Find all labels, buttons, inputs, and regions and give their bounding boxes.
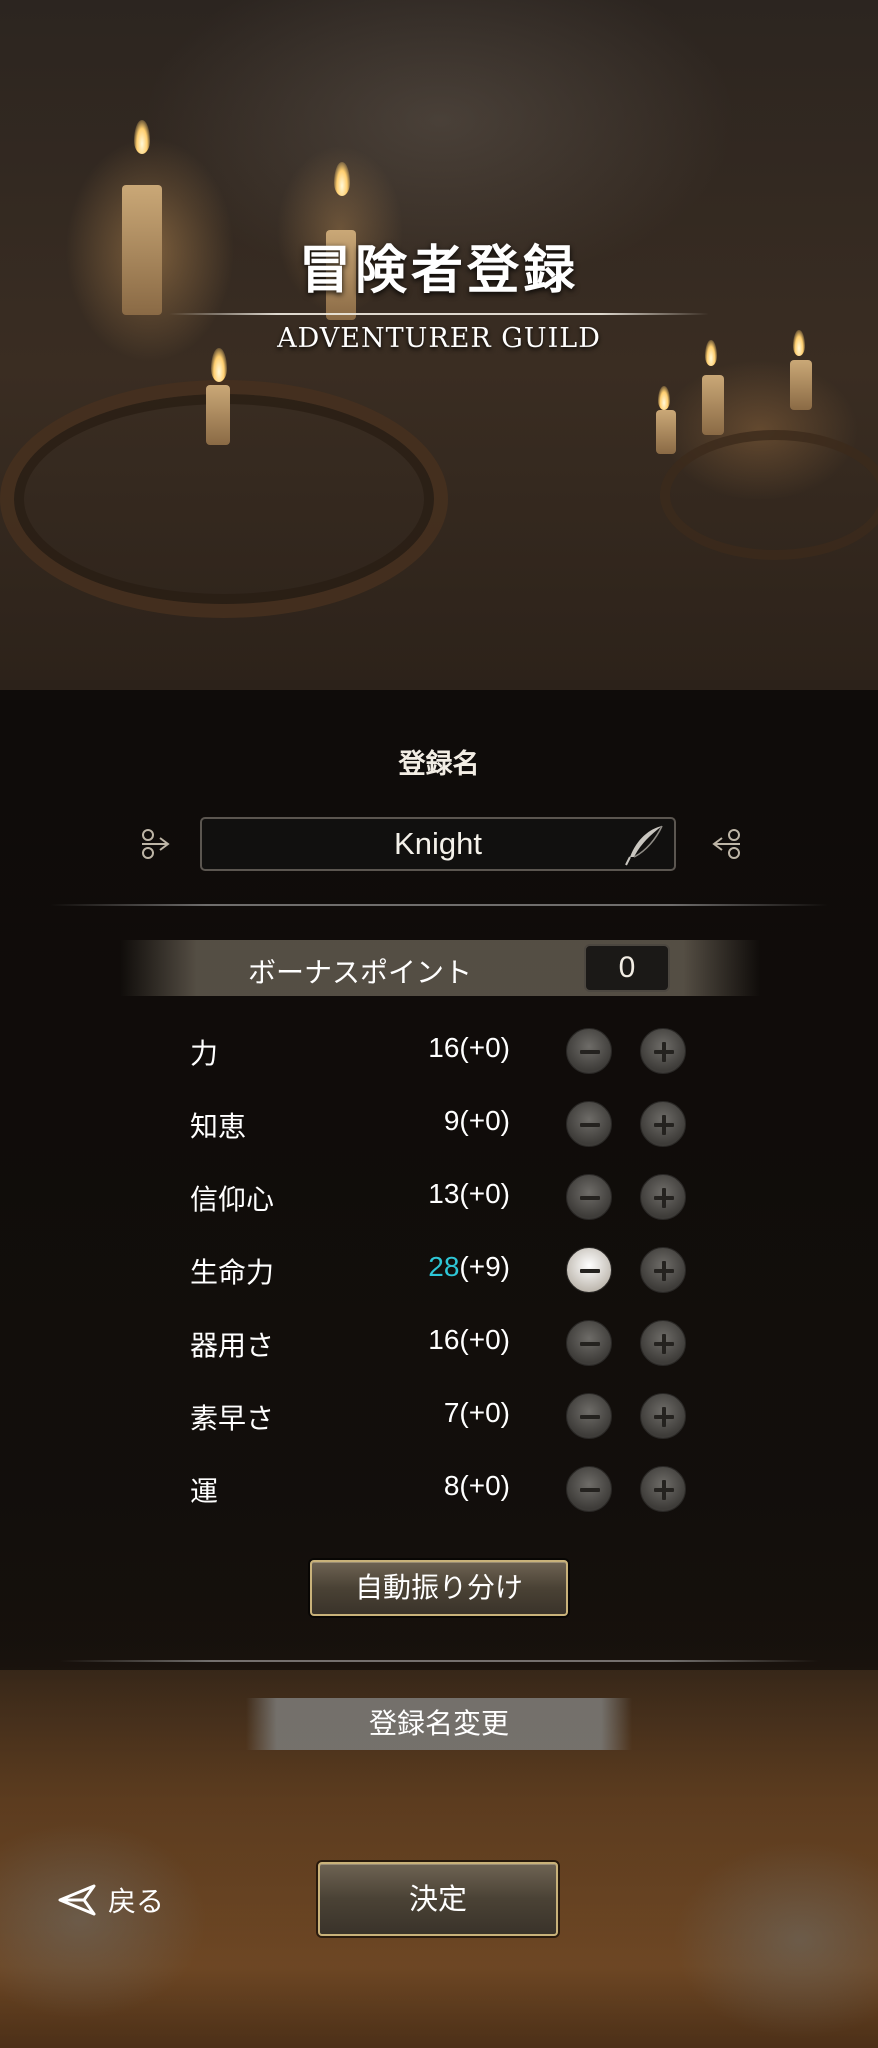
bonus-points-bar: ボーナスポイント 0: [120, 940, 760, 996]
auto-assign-button[interactable]: 自動振り分け: [310, 1560, 568, 1616]
back-label: 戻る: [108, 1885, 165, 1918]
stat-current: 7: [443, 1397, 460, 1428]
registration-name-field[interactable]: Knight: [200, 817, 676, 871]
candle: [702, 375, 724, 435]
decrease-button[interactable]: [566, 1247, 612, 1293]
stat-bonus: (+0): [459, 1178, 510, 1209]
increase-button[interactable]: [640, 1393, 686, 1439]
stat-value: 16(+0): [428, 1032, 510, 1064]
name-label: 登録名: [398, 749, 480, 780]
stat-value: 8(+0): [444, 1470, 510, 1502]
stat-current: 13: [428, 1178, 460, 1209]
divider: [60, 1660, 818, 1662]
increase-button[interactable]: [640, 1320, 686, 1366]
stat-row-wisdom: 知恵 9(+0): [0, 1093, 878, 1153]
registration-name-value: Knight: [394, 826, 482, 861]
title-divider: [169, 313, 709, 315]
stat-current: 16: [428, 1324, 460, 1355]
chandelier-right: [660, 430, 878, 560]
stat-value: 9(+0): [444, 1105, 510, 1137]
stat-name: 信仰心: [190, 1183, 275, 1216]
decrease-button[interactable]: [566, 1466, 612, 1512]
stat-row-faith: 信仰心 13(+0): [0, 1166, 878, 1226]
stat-current: 8: [443, 1470, 460, 1501]
stat-value: 16(+0): [428, 1324, 510, 1356]
decrease-button[interactable]: [566, 1028, 612, 1074]
decrease-button[interactable]: [566, 1393, 612, 1439]
stat-name: 知恵: [190, 1110, 247, 1143]
stat-row-vitality: 生命力 28(+9): [0, 1239, 878, 1299]
stat-row-dexterity: 器用さ 16(+0): [0, 1312, 878, 1372]
stat-row-agility: 素早さ 7(+0): [0, 1385, 878, 1445]
page-title: 冒険者登録: [298, 240, 579, 301]
header: 冒険者登録 ADVENTURER GUILD: [0, 228, 878, 354]
stat-current: 28: [428, 1251, 460, 1282]
stat-bonus: (+0): [459, 1470, 510, 1501]
stat-name: 運: [190, 1475, 219, 1508]
bonus-points-label: ボーナスポイント: [248, 956, 473, 989]
candle: [656, 410, 676, 454]
quill-pen-icon[interactable]: [622, 823, 666, 867]
increase-button[interactable]: [640, 1028, 686, 1074]
page-subtitle: ADVENTURER GUILD: [277, 323, 601, 354]
stat-current: 16: [428, 1032, 460, 1063]
stat-row-strength: 力 16(+0): [0, 1020, 878, 1080]
bonus-points-value: 0: [584, 944, 670, 992]
stat-bonus: (+0): [459, 1397, 510, 1428]
increase-button[interactable]: [640, 1101, 686, 1147]
stat-name: 器用さ: [190, 1329, 275, 1362]
decrease-button[interactable]: [566, 1101, 612, 1147]
stat-bonus: (+0): [459, 1105, 510, 1136]
right-ornament-icon: [712, 829, 740, 859]
stat-value: 7(+0): [444, 1397, 510, 1429]
stat-bonus: (+0): [459, 1032, 510, 1063]
stat-value: 13(+0): [428, 1178, 510, 1210]
stat-name: 生命力: [190, 1256, 275, 1289]
increase-button[interactable]: [640, 1466, 686, 1512]
decrease-button[interactable]: [566, 1174, 612, 1220]
stat-bonus: (+9): [459, 1251, 510, 1282]
increase-button[interactable]: [640, 1247, 686, 1293]
decrease-button[interactable]: [566, 1320, 612, 1366]
stat-row-luck: 運 8(+0): [0, 1458, 878, 1518]
stat-name: 素早さ: [190, 1402, 275, 1435]
confirm-button[interactable]: 決定: [318, 1862, 558, 1936]
candle: [206, 385, 230, 445]
back-arrow-icon: [58, 1884, 96, 1916]
increase-button[interactable]: [640, 1174, 686, 1220]
rename-button[interactable]: 登録名変更: [246, 1698, 632, 1750]
candle-flame: [334, 162, 350, 196]
stat-bonus: (+0): [459, 1324, 510, 1355]
stat-name: 力: [190, 1037, 219, 1070]
back-button[interactable]: 戻る: [56, 1878, 164, 1922]
candle-flame: [658, 386, 670, 410]
divider: [50, 904, 828, 906]
left-ornament-icon: [142, 829, 170, 859]
candle-flame: [134, 120, 150, 154]
candle: [790, 360, 812, 410]
stat-value: 28(+9): [428, 1251, 510, 1283]
stat-current: 9: [443, 1105, 460, 1136]
